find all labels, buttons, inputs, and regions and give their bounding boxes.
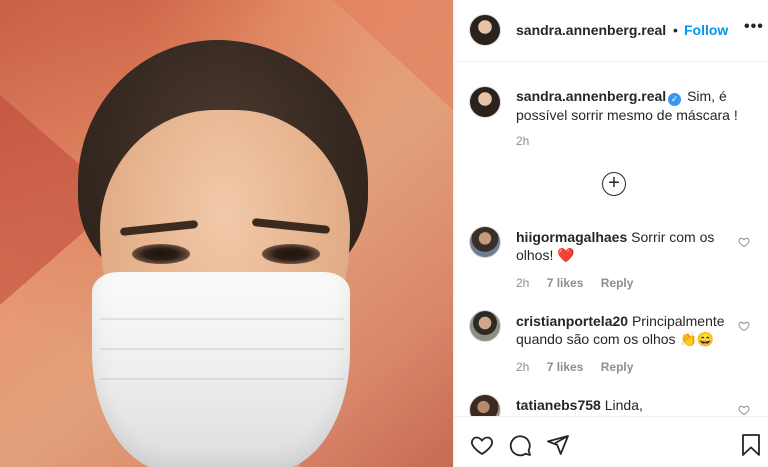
commenter-avatar[interactable] [469, 310, 501, 342]
eye [262, 244, 320, 264]
reply-button[interactable]: Reply [601, 276, 634, 290]
comment-username[interactable]: tatianebs758 [516, 397, 601, 413]
comment-meta: 2h 7 likes Reply [516, 276, 647, 290]
caption-username[interactable]: sandra.annenberg.real [516, 88, 666, 104]
face-mask [92, 272, 350, 467]
comment-text: cristianportela20 Principalmente quando … [516, 312, 738, 348]
caption-text: sandra.annenberg.real ✓ Sim, é possível s… [516, 87, 756, 124]
comment-username[interactable]: cristianportela20 [516, 313, 628, 329]
author-avatar[interactable] [469, 14, 501, 46]
comment-emoji: 👏😄 [679, 331, 715, 347]
comment-likes[interactable]: 7 likes [547, 276, 584, 290]
comment-item: tatianebs758 Linda, [454, 394, 768, 416]
mask-pleat [100, 378, 344, 380]
mask-pleat [100, 348, 344, 350]
more-options-icon[interactable]: ••• [744, 18, 764, 36]
heart-icon[interactable] [470, 433, 494, 457]
comment-like-icon[interactable] [738, 404, 750, 416]
bookmark-icon[interactable] [739, 433, 763, 457]
verified-badge-icon: ✓ [668, 93, 682, 106]
comment-item: cristianportela20 Principalmente quando … [454, 310, 768, 400]
comment-body: Linda, [604, 397, 643, 413]
comment-emoji: ❤️ [557, 247, 575, 263]
author-avatar[interactable] [469, 86, 501, 118]
comment-username[interactable]: hiigormagalhaes [516, 229, 627, 245]
comment-icon[interactable] [508, 433, 532, 457]
comment-likes[interactable]: 7 likes [547, 360, 584, 374]
eye [132, 244, 190, 264]
post-photo[interactable] [0, 0, 453, 467]
author-username[interactable]: sandra.annenberg.real [516, 22, 666, 38]
comment-text: hiigormagalhaes Sorrir com os olhos! ❤️ [516, 228, 738, 264]
commenter-avatar[interactable] [469, 226, 501, 258]
caption-timestamp[interactable]: 2h [516, 134, 529, 148]
post-header: sandra.annenberg.real • Follow ••• [454, 0, 768, 62]
reply-button[interactable]: Reply [601, 360, 634, 374]
post-action-bar [454, 416, 768, 467]
comment-text: tatianebs758 Linda, [516, 396, 738, 414]
comment-timestamp[interactable]: 2h [516, 276, 529, 290]
mask-pleat [100, 318, 344, 320]
comment-meta: 2h 7 likes Reply [516, 360, 647, 374]
comment-like-icon[interactable] [738, 236, 750, 248]
commenter-avatar[interactable] [469, 394, 501, 416]
comment-timestamp[interactable]: 2h [516, 360, 529, 374]
post-side-panel: sandra.annenberg.real • Follow ••• sandr… [453, 0, 768, 467]
comments-list[interactable]: sandra.annenberg.real ✓ Sim, é possível s… [454, 62, 768, 416]
background-shape [333, 0, 453, 110]
load-more-comments-button[interactable]: + [602, 172, 626, 196]
separator-dot: • [673, 22, 678, 38]
comment-like-icon[interactable] [738, 320, 750, 332]
comment-item: hiigormagalhaes Sorrir com os olhos! ❤️ … [454, 226, 768, 316]
share-icon[interactable] [546, 433, 570, 457]
follow-button[interactable]: Follow [684, 22, 728, 38]
